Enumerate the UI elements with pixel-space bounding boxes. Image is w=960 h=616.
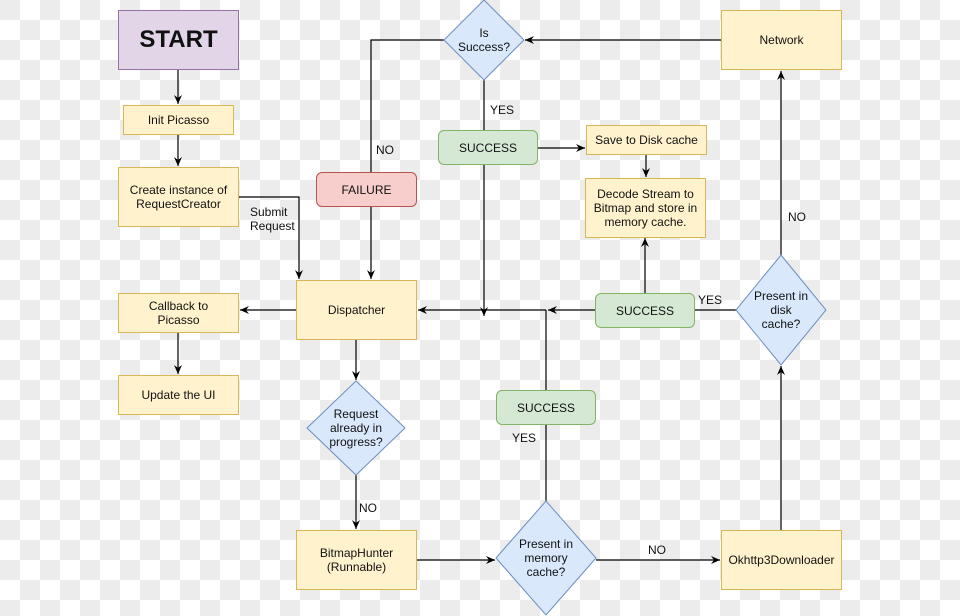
memory-yes-label: YES — [512, 431, 537, 445]
bitmap-hunter-node[interactable]: BitmapHunter (Runnable) — [296, 530, 417, 590]
is-success-no-label: NO — [376, 143, 394, 157]
okhttp-node[interactable]: Okhttp3Downloader — [721, 530, 842, 590]
success-low-node[interactable]: SUCCESS — [496, 390, 596, 425]
failure-node[interactable]: FAILURE — [316, 172, 417, 207]
start-node[interactable]: START — [118, 10, 239, 70]
memory-no-label: NO — [648, 543, 666, 557]
success-mid-node[interactable]: SUCCESS — [595, 293, 695, 328]
is-success-yes-label: YES — [490, 103, 515, 117]
callback-node[interactable]: Callback to Picasso — [118, 293, 239, 333]
create-instance-node[interactable]: Create instance of RequestCreator — [118, 167, 239, 227]
network-node[interactable]: Network — [721, 10, 842, 70]
disk-no-label: NO — [788, 210, 806, 224]
present-disk-label: Present in disk cache? — [753, 289, 809, 331]
progress-no-label: NO — [359, 501, 377, 515]
disk-yes-label: YES — [698, 293, 723, 307]
is-success-label: Is Success? — [457, 26, 511, 54]
dispatcher-node[interactable]: Dispatcher — [296, 280, 417, 340]
submit-request-label: Submit Request — [250, 205, 295, 233]
update-ui-node[interactable]: Update the UI — [118, 375, 239, 415]
request-in-progress-label: Request already in progress? — [329, 407, 383, 449]
init-picasso-node[interactable]: Init Picasso — [123, 105, 234, 135]
save-disk-node[interactable]: Save to Disk cache — [586, 125, 707, 155]
decode-stream-node[interactable]: Decode Stream to Bitmap and store in mem… — [585, 178, 706, 238]
success-top-node[interactable]: SUCCESS — [438, 130, 538, 165]
present-memory-label: Present in memory cache? — [518, 537, 574, 579]
